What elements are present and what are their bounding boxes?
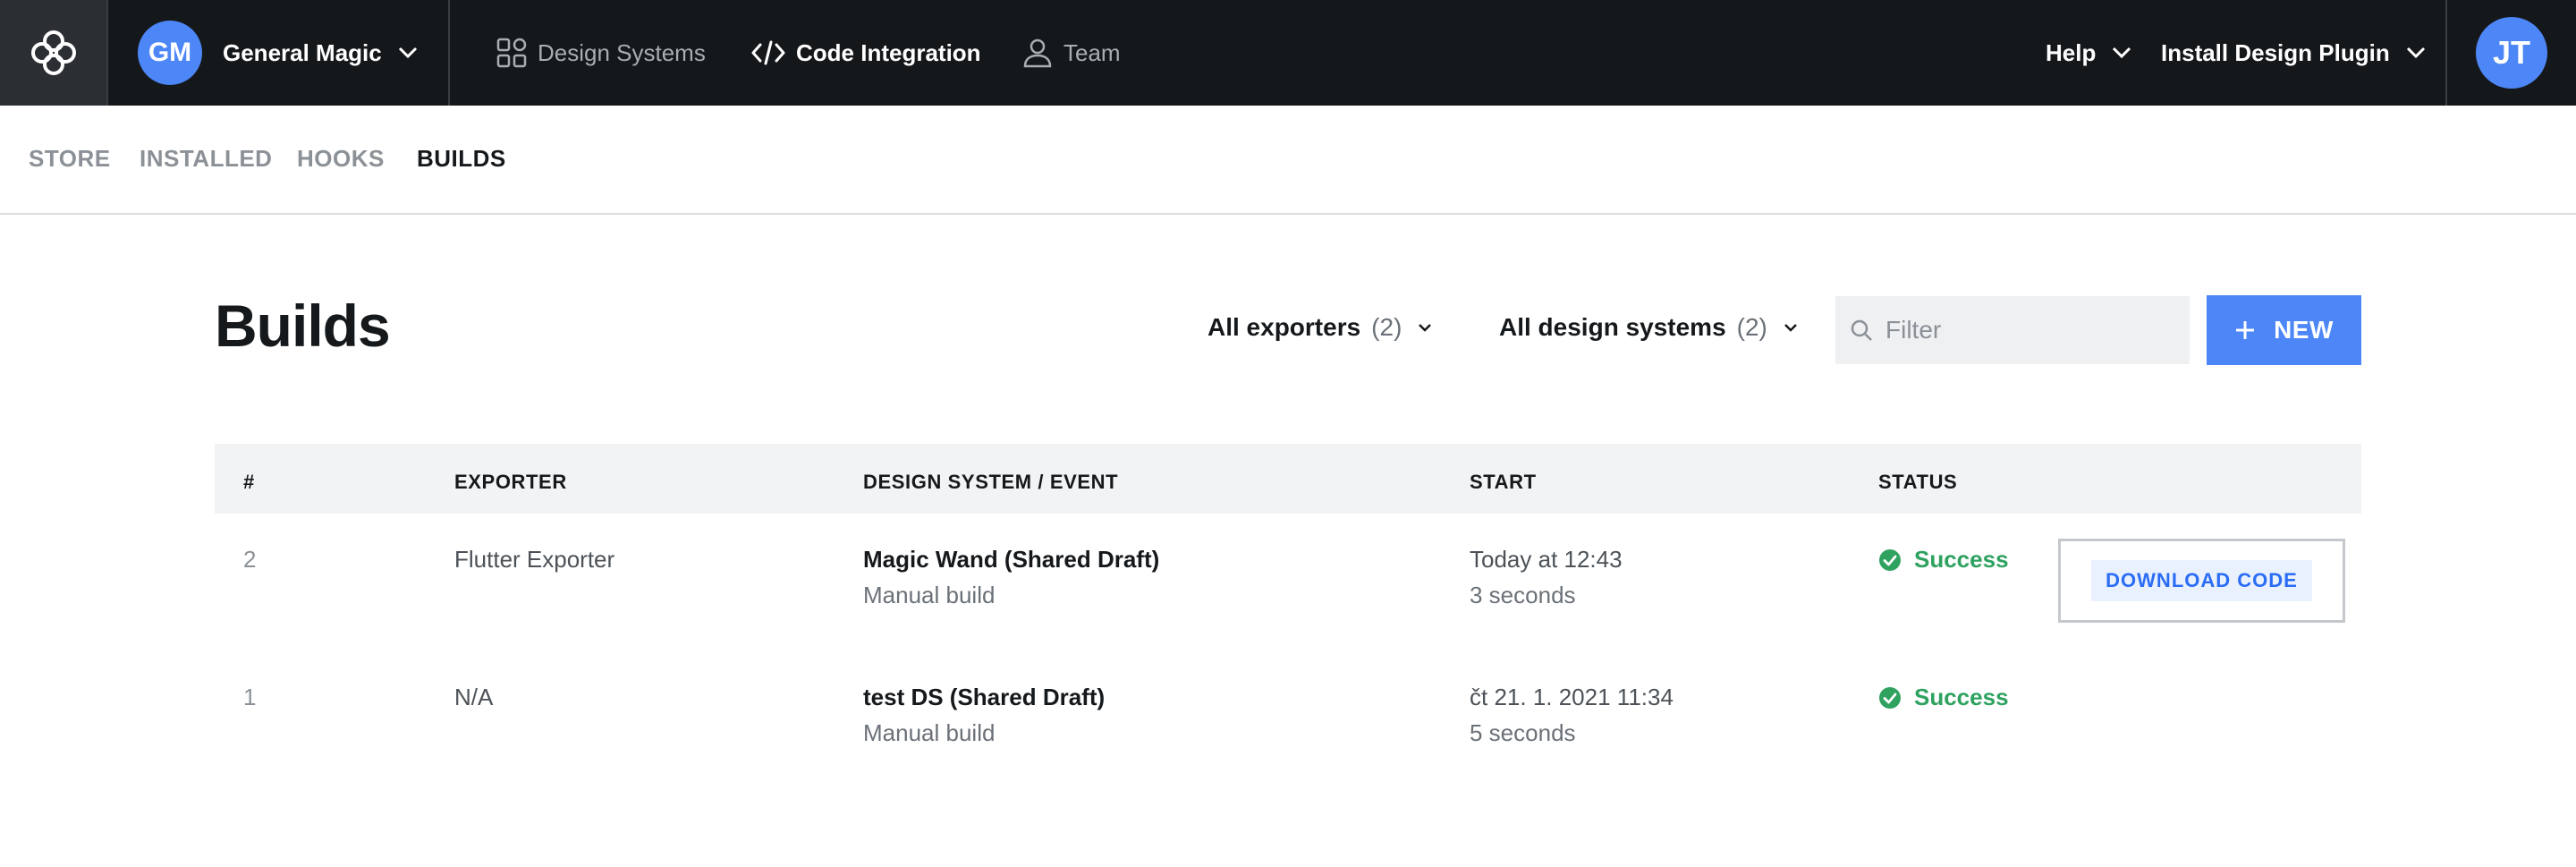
- new-button-label: NEW: [2274, 316, 2334, 344]
- person-icon: [1023, 38, 1052, 68]
- exporter-filter-label: All exporters: [1208, 313, 1361, 341]
- install-plugin-menu[interactable]: Install Design Plugin: [2161, 0, 2426, 106]
- download-code-button[interactable]: DOWNLOAD CODE: [2091, 560, 2312, 601]
- tab-hooks[interactable]: HOOKS: [297, 145, 385, 173]
- check-circle-icon: [1879, 686, 1901, 709]
- column-header-exporter: EXPORTER: [454, 471, 567, 493]
- build-duration: 5 seconds: [1470, 719, 1576, 746]
- chevron-down-icon: [2406, 47, 2426, 59]
- design-system-filter-dropdown[interactable]: All design systems (2): [1499, 313, 1798, 342]
- grid-shapes-icon: [496, 38, 527, 68]
- plus-icon: [2234, 319, 2256, 341]
- builds-table-header: # EXPORTER DESIGN SYSTEM / EVENT START S…: [215, 444, 2361, 514]
- build-event: Manual build: [863, 719, 996, 746]
- nav-code-integration[interactable]: Code Integration: [751, 0, 981, 106]
- column-header-status: STATUS: [1878, 471, 1958, 493]
- column-header-number: #: [243, 471, 255, 493]
- tab-store[interactable]: STORE: [29, 145, 111, 173]
- user-avatar: JT: [2476, 17, 2547, 89]
- logo-button[interactable]: [0, 0, 108, 106]
- design-system-filter-label: All design systems: [1499, 313, 1726, 341]
- chevron-down-icon: [1784, 323, 1798, 332]
- filter-search-box: [1835, 296, 2190, 364]
- user-menu[interactable]: JT: [2445, 0, 2576, 106]
- code-brackets-icon: [751, 40, 785, 65]
- help-label: Help: [2046, 38, 2097, 66]
- build-design-system: test DS (Shared Draft): [863, 684, 1106, 710]
- search-icon: [1851, 319, 1872, 341]
- exporter-filter-dropdown[interactable]: All exporters (2): [1208, 313, 1432, 342]
- exporter-filter-count: (2): [1371, 313, 1402, 341]
- filter-input[interactable]: [1885, 316, 2172, 344]
- help-menu[interactable]: Help: [2046, 0, 2131, 106]
- table-row[interactable]: 1 N/A test DS (Shared Draft) Manual buil…: [215, 651, 2361, 786]
- chevron-down-icon: [398, 47, 418, 59]
- build-duration: 3 seconds: [1470, 582, 1576, 608]
- nav-design-systems[interactable]: Design Systems: [496, 0, 706, 106]
- column-header-design-system: DESIGN SYSTEM / EVENT: [863, 471, 1119, 493]
- nav-code-integration-label: Code Integration: [796, 38, 981, 66]
- build-start: Today at 12:43: [1470, 546, 1623, 573]
- chevron-down-icon: [2112, 47, 2131, 59]
- status-badge: Success: [1878, 684, 2009, 711]
- build-exporter: N/A: [454, 684, 494, 710]
- design-system-filter-count: (2): [1736, 313, 1767, 341]
- workspace-switcher[interactable]: GM General Magic: [108, 0, 450, 106]
- tab-installed[interactable]: INSTALLED: [140, 145, 272, 173]
- status-label: Success: [1914, 546, 2009, 573]
- nav-team[interactable]: Team: [1022, 0, 1121, 106]
- sub-tabs: STORE INSTALLED HOOKS BUILDS: [0, 106, 2576, 215]
- workspace-avatar: GM: [138, 21, 202, 85]
- chevron-down-icon: [1418, 323, 1432, 332]
- build-design-system: Magic Wand (Shared Draft): [863, 546, 1160, 573]
- workspace-name: General Magic: [223, 38, 382, 66]
- column-header-start: START: [1470, 471, 1537, 493]
- new-build-button[interactable]: NEW: [2207, 295, 2361, 365]
- build-exporter: Flutter Exporter: [454, 546, 615, 573]
- build-start: čt 21. 1. 2021 11:34: [1470, 684, 1674, 710]
- page-title: Builds: [215, 293, 391, 359]
- flower-logo-icon: [30, 30, 76, 75]
- table-row[interactable]: 2 Flutter Exporter Magic Wand (Shared Dr…: [215, 514, 2361, 648]
- nav-design-systems-label: Design Systems: [538, 38, 706, 66]
- build-number: 2: [243, 546, 257, 573]
- top-bar: GM General Magic Design Systems Code Int…: [0, 0, 2576, 106]
- install-plugin-label: Install Design Plugin: [2161, 38, 2390, 66]
- build-event: Manual build: [863, 582, 996, 608]
- build-number: 1: [243, 684, 257, 710]
- tab-builds[interactable]: BUILDS: [417, 145, 506, 173]
- download-code-focus-ring: DOWNLOAD CODE: [2058, 539, 2345, 623]
- status-label: Success: [1914, 684, 2009, 710]
- check-circle-icon: [1879, 548, 1901, 571]
- nav-team-label: Team: [1063, 38, 1121, 66]
- status-badge: Success: [1878, 546, 2009, 574]
